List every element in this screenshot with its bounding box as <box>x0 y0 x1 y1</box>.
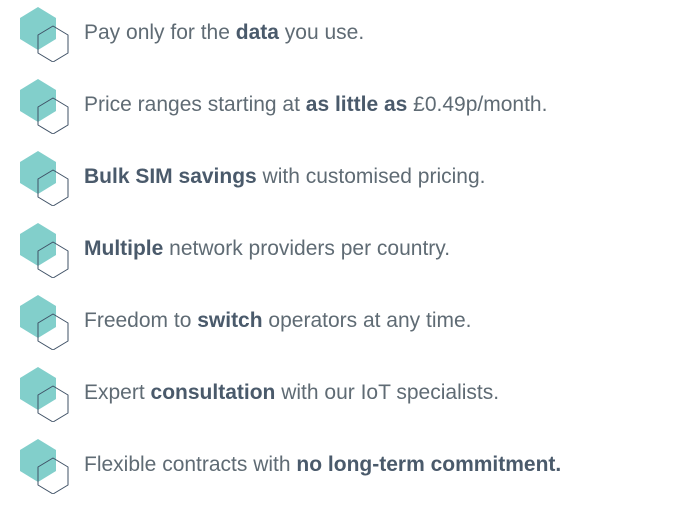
feature-text-part: operators at any time. <box>262 309 472 332</box>
hexagon-icon <box>20 7 69 62</box>
feature-text-part: Flexible contracts with <box>84 453 297 476</box>
feature-text: Freedom to switch operators at any time. <box>84 308 472 334</box>
feature-text-part: with our IoT specialists. <box>275 381 500 404</box>
hexagon-icon <box>20 367 69 422</box>
feature-text-part: data <box>235 21 279 44</box>
hexagon-icon <box>20 439 69 494</box>
feature-text-part: with customised pricing. <box>256 165 486 188</box>
feature-item: Multiple network providers per country. <box>0 222 688 278</box>
hexagon-icon <box>20 151 69 206</box>
feature-item: Flexible contracts with no long-term com… <box>0 438 688 494</box>
feature-text: Price ranges starting at as little as £0… <box>84 92 547 118</box>
feature-text-part: Freedom to <box>84 309 198 332</box>
hexagon-icon <box>20 295 69 350</box>
feature-text: Multiple network providers per country. <box>84 236 450 262</box>
feature-text-part: £0.49p/month. <box>407 93 548 116</box>
feature-text-part: as little as <box>305 93 408 116</box>
feature-item: Freedom to switch operators at any time. <box>0 294 688 350</box>
feature-text-part: consultation <box>150 381 276 404</box>
hexagon-icon <box>20 223 69 278</box>
feature-text-part: Expert <box>84 381 151 404</box>
feature-text: Pay only for the data you use. <box>84 20 364 46</box>
feature-text-part: Bulk SIM savings <box>84 165 257 188</box>
feature-item: Pay only for the data you use. <box>0 6 688 62</box>
feature-list: Pay only for the data you use. Price ran… <box>0 0 688 517</box>
feature-item: Bulk SIM savings with customised pricing… <box>0 150 688 206</box>
feature-text-part: switch <box>197 309 263 332</box>
feature-text-part: Price ranges starting at <box>84 93 306 116</box>
feature-item: Price ranges starting at as little as £0… <box>0 78 688 134</box>
feature-text-part: no long-term commitment. <box>296 453 562 476</box>
feature-text-part: you use. <box>278 21 365 44</box>
feature-text-part: Multiple <box>84 237 164 260</box>
feature-text: Flexible contracts with no long-term com… <box>84 452 561 478</box>
feature-text: Expert consultation with our IoT special… <box>84 380 499 406</box>
feature-text: Bulk SIM savings with customised pricing… <box>84 164 485 190</box>
feature-text-part: Pay only for the <box>84 21 236 44</box>
feature-text-part: network providers per country. <box>163 237 451 260</box>
hexagon-icon <box>20 79 69 134</box>
feature-item: Expert consultation with our IoT special… <box>0 366 688 422</box>
